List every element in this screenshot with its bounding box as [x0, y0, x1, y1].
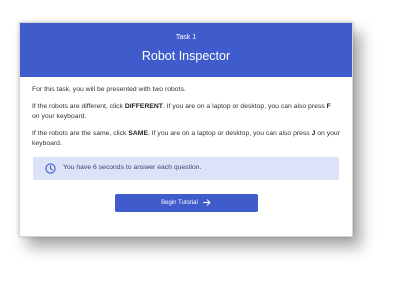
dialog-body: For this task, you will be presented wit… — [20, 77, 352, 212]
same-instruction: If the robots are the same, click SAME. … — [32, 129, 340, 150]
begin-tutorial-button[interactable]: Begin Tutorial — [114, 193, 258, 212]
instructions-dialog: Task 1 Robot Inspector For this task, yo… — [19, 22, 353, 237]
different-text-after: on your keyboard. — [32, 113, 87, 120]
same-keyword: SAME — [128, 129, 148, 137]
arrow-right-icon — [202, 199, 211, 206]
time-limit-text: You have 6 seconds to answer each questi… — [63, 163, 202, 171]
task-label: Task 1 — [175, 34, 197, 41]
same-text-middle: . If you are on a laptop or desktop, you… — [147, 129, 312, 137]
different-text-middle: . If you are on a laptop or desktop, you… — [162, 102, 327, 110]
same-text-before: If the robots are the same, click — [32, 129, 129, 137]
clock-icon — [44, 162, 56, 174]
different-key: F — [326, 102, 331, 110]
different-text-before: If the robots are different, click — [32, 102, 125, 110]
intro-text: For this task, you will be presented wit… — [32, 86, 186, 93]
button-row: Begin Tutorial — [32, 193, 340, 212]
time-limit-alert: You have 6 seconds to answer each questi… — [33, 156, 339, 180]
begin-tutorial-label: Begin Tutorial — [161, 199, 198, 206]
dialog-header: Task 1 Robot Inspector — [20, 23, 352, 77]
different-keyword: DIFFERENT — [124, 102, 163, 110]
dialog-title: Robot Inspector — [141, 49, 231, 63]
different-instruction: If the robots are different, click DIFFE… — [32, 102, 340, 123]
